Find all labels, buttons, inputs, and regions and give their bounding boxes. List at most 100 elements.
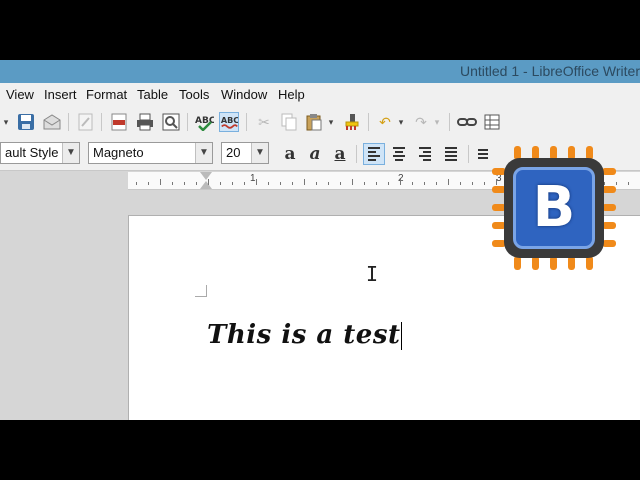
- toolbar-separator: [468, 145, 469, 163]
- chevron-down-icon[interactable]: ▼: [195, 143, 212, 163]
- chip-pin: [514, 256, 521, 270]
- hyperlink-icon[interactable]: [457, 112, 477, 132]
- undo-icon[interactable]: ↶: [375, 112, 395, 132]
- ruler-tick: [436, 182, 437, 185]
- font-size-select[interactable]: 20 ▼: [221, 142, 269, 164]
- ruler-tick: [460, 182, 461, 185]
- cut-icon[interactable]: ✂: [254, 112, 274, 132]
- chip-pin: [602, 222, 616, 229]
- paragraph-style-select[interactable]: ault Style ▼: [0, 142, 80, 164]
- justify-button[interactable]: [441, 143, 463, 165]
- ruler-tick: [364, 182, 365, 185]
- ruler-tick: [376, 182, 377, 185]
- clone-formatting-icon[interactable]: [342, 112, 362, 132]
- left-indent-marker[interactable]: [200, 181, 212, 189]
- ruler-tick: [232, 182, 233, 185]
- toolbar-separator: [101, 113, 102, 131]
- redo-icon[interactable]: ↷: [411, 112, 431, 132]
- print-preview-icon[interactable]: [161, 112, 181, 132]
- menu-insert[interactable]: Insert: [44, 87, 77, 102]
- ruler-tick: [136, 182, 137, 185]
- text-cursor-icon: I: [366, 262, 379, 286]
- table-icon[interactable]: [482, 112, 502, 132]
- ruler-tick: [352, 179, 353, 185]
- ruler-tick: [268, 182, 269, 185]
- ruler-tick: [148, 182, 149, 185]
- ruler-tick: [388, 182, 389, 185]
- chip-pin: [568, 256, 575, 270]
- paragraph-style-value: ault Style: [5, 145, 59, 160]
- toolbar-separator: [187, 113, 188, 131]
- edit-icon[interactable]: [76, 112, 96, 132]
- menu-tools[interactable]: Tools: [179, 87, 209, 102]
- ruler-tick: [340, 182, 341, 185]
- title-bar: Untitled 1 - LibreOffice Writer: [0, 60, 640, 83]
- chip-pin: [602, 240, 616, 247]
- ruler-tick: [304, 179, 305, 185]
- font-name-select[interactable]: Magneto ▼: [88, 142, 213, 164]
- document-body-text[interactable]: This is a test: [207, 320, 403, 350]
- menu-view[interactable]: View: [6, 87, 34, 102]
- toolbar-separator: [356, 145, 357, 163]
- chip-pin: [602, 186, 616, 193]
- chip-pin: [602, 168, 616, 175]
- ruler-tick: [448, 179, 449, 185]
- ruler-tick: [244, 182, 245, 185]
- copy-icon[interactable]: [279, 112, 299, 132]
- channel-logo: B: [492, 146, 616, 270]
- ruler-tick: [220, 182, 221, 185]
- underline-button[interactable]: a: [329, 144, 351, 164]
- pdf-icon[interactable]: [109, 112, 129, 132]
- dropdown-arrow-icon[interactable]: ▾: [0, 112, 12, 132]
- menu-format[interactable]: Format: [86, 87, 127, 102]
- svg-text:ABC: ABC: [221, 115, 238, 125]
- standard-toolbar: ▾ ABC ABC ✂ ▾ ↶ ▾ ↷ ▾: [0, 107, 640, 137]
- ruler-tick: [184, 182, 185, 185]
- toolbar-separator: [246, 113, 247, 131]
- email-icon[interactable]: [42, 112, 62, 132]
- align-left-button[interactable]: [363, 143, 385, 165]
- font-size-value: 20: [226, 145, 241, 160]
- chevron-down-icon[interactable]: ▼: [251, 143, 268, 163]
- chevron-down-icon[interactable]: ▼: [62, 143, 79, 163]
- ruler-tick: [484, 182, 485, 185]
- ruler-tick: [412, 182, 413, 185]
- ruler-tick: [292, 182, 293, 185]
- align-right-button[interactable]: [415, 143, 437, 165]
- menu-help[interactable]: Help: [278, 87, 305, 102]
- font-name-value: Magneto: [93, 145, 144, 160]
- ruler-tick: [328, 182, 329, 185]
- redo-dropdown-arrow-icon[interactable]: ▾: [432, 112, 442, 132]
- menu-table[interactable]: Table: [137, 87, 168, 102]
- chip-pin: [586, 256, 593, 270]
- ruler-tick: [280, 182, 281, 185]
- italic-button[interactable]: a: [304, 144, 326, 164]
- chip-pin: [550, 256, 557, 270]
- document-text: This is a test: [207, 320, 401, 350]
- paste-icon[interactable]: [304, 112, 324, 132]
- ruler-tick: [628, 182, 629, 185]
- chip-pin: [602, 204, 616, 211]
- letterbox-bottom: [0, 420, 640, 480]
- text-boundary-corner: [195, 285, 207, 297]
- save-icon[interactable]: [16, 112, 36, 132]
- logo-letter: B: [532, 175, 576, 240]
- menu-window[interactable]: Window: [221, 87, 267, 102]
- ruler-tick: [172, 182, 173, 185]
- first-line-indent-marker[interactable]: [200, 172, 212, 180]
- spellcheck-icon[interactable]: ABC: [194, 112, 214, 132]
- text-caret: [401, 322, 403, 350]
- paste-dropdown-arrow-icon[interactable]: ▾: [326, 112, 336, 132]
- align-center-button[interactable]: [389, 143, 411, 165]
- ruler-tick: [424, 182, 425, 185]
- libreoffice-writer-window: Untitled 1 - LibreOffice Writer View Ins…: [0, 60, 640, 420]
- ruler-tick: [208, 179, 209, 185]
- autospell-icon[interactable]: ABC: [219, 112, 239, 132]
- print-icon[interactable]: [135, 112, 155, 132]
- svg-text:ABC: ABC: [195, 116, 214, 126]
- toolbar-separator: [449, 113, 450, 131]
- ruler-tick: [256, 179, 257, 185]
- ruler-tick: [472, 182, 473, 185]
- undo-dropdown-arrow-icon[interactable]: ▾: [396, 112, 406, 132]
- bold-button[interactable]: a: [279, 144, 301, 164]
